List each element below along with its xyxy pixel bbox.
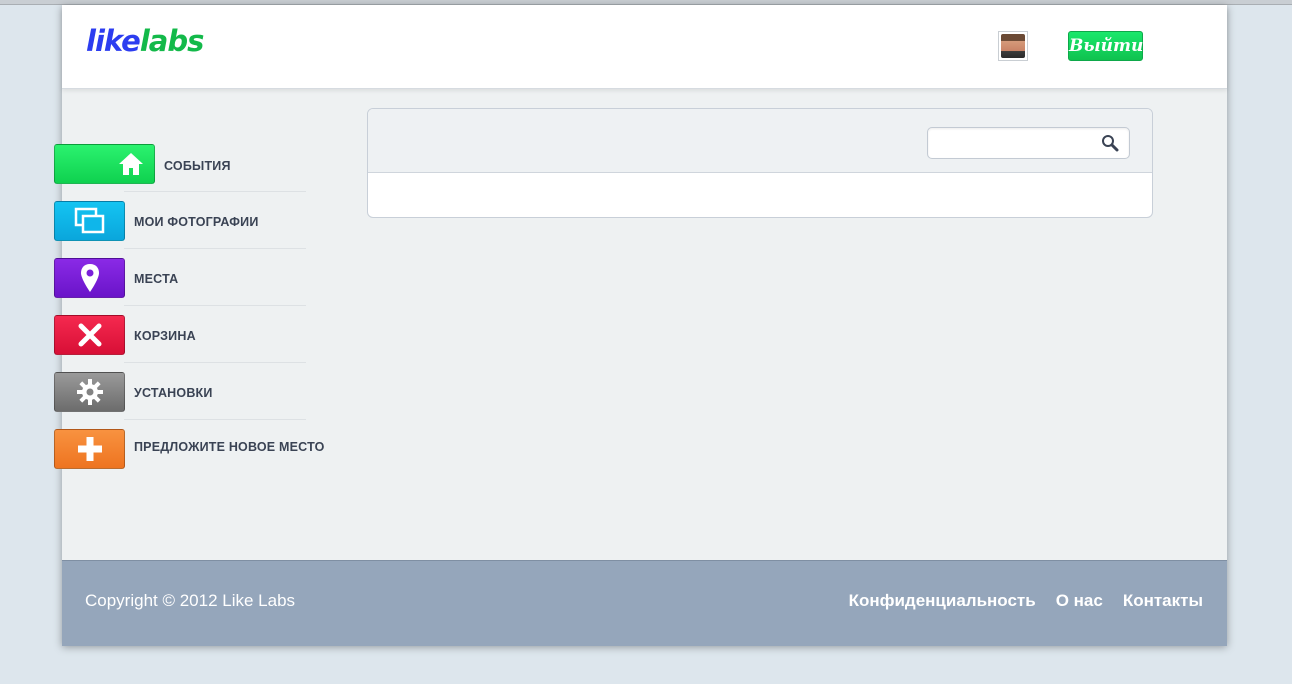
close-icon [78,323,101,347]
search-input[interactable] [934,131,1098,157]
site-logo[interactable]: likelabs [86,19,205,63]
plus-icon [77,437,102,461]
divider [124,248,306,249]
sidebar-item-settings[interactable]: УСТАНОВКИ [54,371,344,428]
sidebar-item-suggest-place-button[interactable] [54,429,125,469]
logo-text-like: like [86,24,141,58]
map-pin-icon [80,264,99,292]
sidebar-item-events-button[interactable] [54,144,155,184]
divider [124,305,306,306]
sidebar-item-my-photos-button[interactable] [54,201,125,241]
photos-icon [74,207,104,234]
sidebar-item-my-photos[interactable]: МОИ ФОТОГРАФИИ [54,200,344,257]
avatar-image [1001,34,1025,58]
sidebar-item-settings-button[interactable] [54,372,125,412]
site-footer: Copyright © 2012 Like Labs Конфиденциаль… [62,560,1227,646]
panel-header [368,109,1152,173]
user-avatar[interactable] [998,31,1028,61]
content-panel [367,108,1153,218]
sidebar-item-label[interactable]: ПРЕДЛОЖИТЕ НОВОЕ МЕСТО [134,440,325,454]
footer-links: Конфиденциальность О нас Контакты [849,591,1203,611]
sidebar-item-places-button[interactable] [54,258,125,298]
logo-text-labs: labs [139,24,205,58]
sidebar-item-trash[interactable]: КОРЗИНА [54,314,344,371]
gear-icon [76,379,103,405]
home-icon [119,153,143,175]
copyright-text: Copyright © 2012 Like Labs [85,591,296,610]
footer-link-about[interactable]: О нас [1056,591,1103,611]
divider [124,191,306,192]
sidebar-item-events[interactable]: СОБЫТИЯ [54,143,344,200]
sidebar-item-label[interactable]: МЕСТА [134,272,178,286]
logout-button[interactable]: Выйти [1068,31,1143,61]
page-container: likelabs Выйти СОБЫТИЯ МОИ ФОТОГРАФИИ МЕ… [54,5,1227,646]
divider [124,419,306,420]
divider [124,362,306,363]
sidebar-item-label[interactable]: КОРЗИНА [134,329,196,343]
search-box[interactable] [927,127,1130,159]
sidebar-item-trash-button[interactable] [54,315,125,355]
footer-link-privacy[interactable]: Конфиденциальность [849,591,1036,611]
sidebar-item-label[interactable]: УСТАНОВКИ [134,386,213,400]
sidebar-item-places[interactable]: МЕСТА [54,257,344,314]
site-header: likelabs Выйти [62,5,1227,89]
search-icon[interactable] [1101,134,1119,152]
sidebar-nav: СОБЫТИЯ МОИ ФОТОГРАФИИ МЕСТА КОРЗИНА УСТ… [54,143,344,485]
sidebar-item-suggest-place[interactable]: ПРЕДЛОЖИТЕ НОВОЕ МЕСТО [54,428,344,485]
sidebar-item-label[interactable]: СОБЫТИЯ [164,159,231,173]
sidebar-item-label[interactable]: МОИ ФОТОГРАФИИ [134,215,259,229]
footer-link-contacts[interactable]: Контакты [1123,591,1203,611]
